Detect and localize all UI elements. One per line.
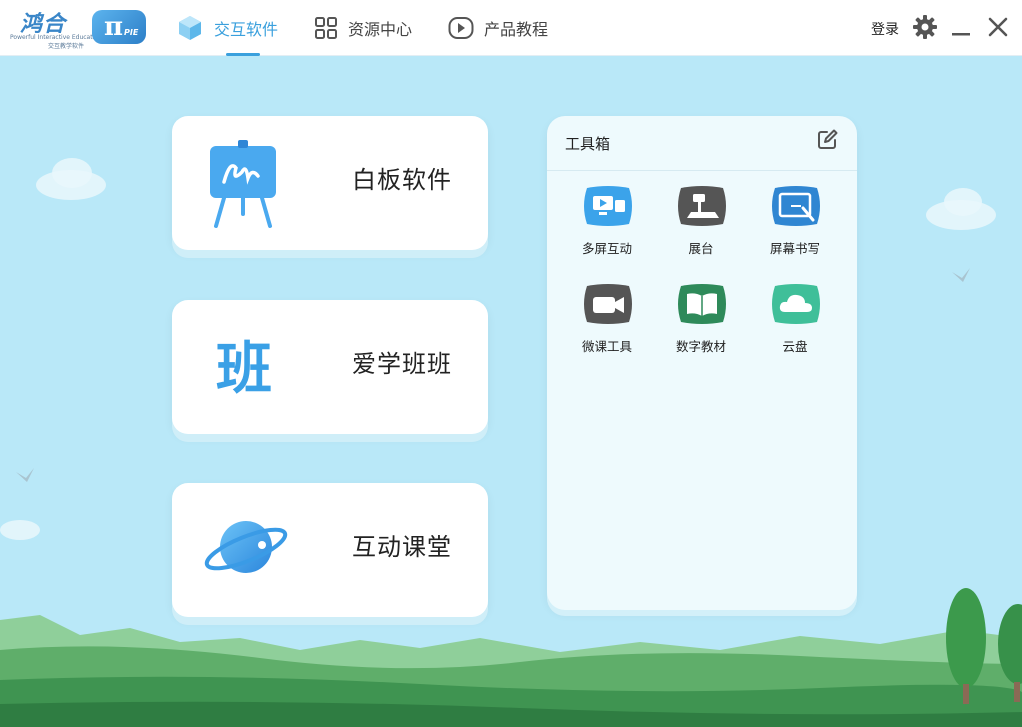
toolbox-header: 工具箱	[547, 116, 857, 171]
login-button[interactable]: 登录	[871, 19, 899, 39]
grid-icon	[315, 17, 337, 39]
tool-label: 云盘	[782, 339, 808, 354]
logo-tagline-cn: 交互教学软件	[48, 43, 85, 50]
tool-document-camera[interactable]: 展台	[661, 184, 741, 264]
tool-cloud-drive[interactable]: 云盘	[755, 282, 835, 362]
document-camera-icon	[678, 186, 726, 226]
tool-label: 屏幕书写	[769, 241, 820, 256]
tool-digital-textbook[interactable]: 数字教材	[661, 282, 741, 362]
video-camera-icon	[584, 284, 632, 324]
tool-label: 微课工具	[581, 339, 632, 354]
toolbox-title: 工具箱	[565, 135, 611, 153]
logo-pi-symbol: π	[104, 12, 124, 42]
tab-label: 交互软件	[214, 20, 279, 39]
card-label: 爱学班班	[352, 350, 452, 378]
tree-icon	[998, 604, 1022, 702]
logo-tagline-en: Powerful Interactive Education	[10, 34, 102, 41]
settings-gear-icon[interactable]	[912, 14, 938, 40]
tree-icon	[946, 588, 986, 704]
whiteboard-software-card[interactable]: 白板软件	[172, 116, 488, 250]
play-icon	[448, 17, 474, 39]
tab-resource-center[interactable]: 资源中心	[314, 0, 412, 56]
multi-screen-icon	[584, 186, 632, 226]
bird-icon	[16, 468, 34, 482]
active-tab-indicator	[226, 53, 260, 56]
screen-writing-icon	[772, 186, 820, 226]
tool-screen-writing[interactable]: 屏幕书写	[755, 184, 835, 264]
tab-label: 产品教程	[484, 20, 549, 39]
interactive-classroom-card[interactable]: 互动课堂	[172, 483, 488, 617]
tool-label: 展台	[688, 241, 714, 256]
minimize-icon[interactable]	[948, 14, 974, 40]
card-label: 互动课堂	[352, 533, 452, 561]
background-cloud	[0, 520, 40, 540]
close-icon[interactable]	[985, 14, 1011, 40]
tab-product-tutorials[interactable]: 产品教程	[448, 0, 548, 56]
app-logo: 鸿合 Powerful Interactive Education 交互教学软件…	[8, 6, 148, 50]
cube-icon	[179, 16, 201, 40]
bird-icon	[952, 268, 970, 282]
tab-interactive-software[interactable]: 交互软件	[176, 0, 278, 56]
logo-badge: π PIE	[92, 10, 146, 44]
card-label: 白板软件	[352, 166, 452, 194]
edit-icon[interactable]	[815, 128, 839, 152]
tab-label: 资源中心	[348, 20, 413, 39]
aixue-banban-card[interactable]: 班 爱学班班	[172, 300, 488, 434]
planet-icon	[204, 521, 288, 573]
tool-label: 多屏互动	[581, 241, 632, 256]
landscape-hills	[0, 615, 1022, 727]
whiteboard-easel-icon	[210, 140, 276, 228]
logo-badge-text: PIE	[124, 28, 139, 37]
tool-micro-lesson[interactable]: 微课工具	[567, 282, 647, 362]
open-book-icon	[678, 284, 726, 324]
background-cloud	[944, 188, 982, 216]
toolbox-panel: 工具箱 多屏互动 展台 屏幕书写 微课工具 数字教材 云盘	[547, 116, 857, 610]
cloud-icon	[772, 284, 820, 324]
background-cloud	[52, 158, 92, 188]
top-bar: 鸿合 Powerful Interactive Education 交互教学软件…	[0, 0, 1022, 56]
ban-character-icon: 班	[216, 337, 272, 402]
tool-multi-screen[interactable]: 多屏互动	[567, 184, 647, 264]
tool-label: 数字教材	[675, 339, 726, 354]
